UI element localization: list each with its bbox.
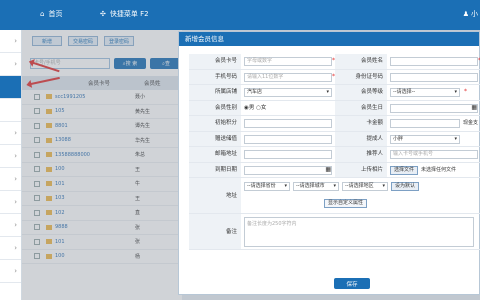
- birthday-input[interactable]: [390, 103, 478, 113]
- sidebar-item-active[interactable]: [0, 76, 21, 99]
- referrer-select[interactable]: 小胖: [390, 134, 460, 144]
- balance-suffix: 现金支: [462, 120, 478, 126]
- user-icon: ♟: [462, 10, 469, 18]
- nav-quick-menu-label: 快捷菜单 F2: [109, 10, 149, 18]
- chevron-right-icon: ›: [14, 221, 17, 229]
- sidebar-item[interactable]: ›: [0, 191, 21, 214]
- level-select[interactable]: --请选择--: [390, 88, 460, 97]
- nav-home[interactable]: ⌂ 首页: [40, 9, 62, 19]
- sidebar-item[interactable]: ›: [0, 168, 21, 191]
- nav-quick-menu[interactable]: ✣ 快捷菜单 F2: [100, 9, 149, 19]
- chevron-right-icon: ›: [14, 244, 17, 252]
- chevron-right-icon: ›: [14, 175, 17, 183]
- required-mark: *: [332, 72, 335, 80]
- name-input[interactable]: [390, 57, 478, 66]
- points-label: 初始积分: [189, 116, 241, 131]
- logo-area: [0, 0, 22, 30]
- calendar-icon[interactable]: ▦: [325, 166, 331, 173]
- nav-home-label: 首页: [48, 10, 63, 18]
- chevron-right-icon: ›: [14, 129, 17, 137]
- gender-radio-group: ◉男 ○女: [241, 101, 335, 116]
- email-input[interactable]: [244, 150, 332, 159]
- province-select[interactable]: --请选择省份: [244, 182, 290, 191]
- sidebar-item[interactable]: ›: [0, 260, 21, 283]
- radio-male-label: 男: [248, 104, 255, 111]
- home-icon: ⌂: [40, 10, 45, 18]
- birthday-label: 会员生日: [335, 100, 387, 115]
- sidebar-item[interactable]: ›: [0, 122, 21, 145]
- dialog-title: 新增会员信息: [179, 32, 479, 46]
- city-select[interactable]: --请选择城市: [293, 182, 339, 191]
- member-form: 会员卡号 字母或数字* 会员姓名 * 手机号码 请输入11位数字* 身份证号码 …: [189, 54, 480, 250]
- add-member-dialog: 新增会员信息 会员卡号 字母或数字* 会员姓名 * 手机号码 请输入11位数字*…: [178, 31, 480, 295]
- required-mark: *: [332, 57, 335, 64]
- user-name: 小: [471, 10, 478, 18]
- gift-input[interactable]: [244, 134, 332, 144]
- top-bar: ⌂ 首页 ✣ 快捷菜单 F2 ♟ 小: [0, 0, 480, 30]
- sidebar-item[interactable]: ›: [0, 145, 21, 168]
- card-no-input[interactable]: 字母或数字: [244, 57, 332, 66]
- chevron-right-icon: ›: [14, 198, 17, 206]
- gender-label: 会员性别: [189, 100, 241, 115]
- phone-input[interactable]: 请输入11位数字: [244, 72, 332, 82]
- user-menu[interactable]: ♟ 小: [463, 9, 478, 19]
- file-status: 未选择任何文件: [421, 166, 457, 173]
- balance-input[interactable]: [390, 119, 460, 128]
- sidebar-item[interactable]: ›: [0, 53, 21, 76]
- level-label: 会员等级: [335, 85, 387, 100]
- store-select[interactable]: 汽车店: [244, 88, 332, 97]
- store-label: 所属店铺: [189, 85, 241, 100]
- chevron-right-icon: ›: [14, 152, 17, 160]
- sidebar-item[interactable]: ›: [0, 214, 21, 237]
- gift-label: 赠送储值: [189, 131, 241, 146]
- chevron-right-icon: ›: [14, 267, 17, 275]
- address-label: 地址: [189, 178, 241, 213]
- expire-input[interactable]: [244, 165, 332, 175]
- sidebar-item[interactable]: ›: [0, 237, 21, 260]
- expire-label: 到期日期: [189, 162, 241, 177]
- set-default-button[interactable]: 设为默认: [391, 182, 420, 191]
- choose-file-button[interactable]: 选择文件: [390, 165, 419, 175]
- id-label: 身份证号码: [335, 69, 387, 84]
- id-input[interactable]: [390, 72, 478, 82]
- card-no-label: 会员卡号: [189, 54, 241, 69]
- note-label: 备注: [189, 214, 241, 249]
- show-custom-attr-button[interactable]: 显示自定义属性: [324, 199, 368, 208]
- move-icon: ✣: [100, 10, 106, 18]
- district-select[interactable]: --请选择地区: [342, 182, 388, 191]
- sidebar-item[interactable]: [0, 99, 21, 122]
- chevron-right-icon: ›: [14, 60, 17, 68]
- note-textarea[interactable]: 备注长度为250字符内: [244, 217, 474, 247]
- email-label: 邮箱地址: [189, 147, 241, 162]
- chevron-right-icon: ›: [14, 37, 17, 45]
- referrer-label: 提成人: [335, 131, 387, 146]
- balance-label: 卡金额: [335, 116, 387, 131]
- photo-label: 上传相片: [335, 162, 387, 177]
- phone-label: 手机号码: [189, 69, 241, 84]
- calendar-icon[interactable]: ▦: [471, 104, 477, 111]
- name-label: 会员姓名: [335, 54, 387, 69]
- recommender-label: 推荐人: [335, 147, 387, 162]
- recommender-input[interactable]: 输入卡号或手机号: [390, 150, 478, 159]
- radio-female-label: 女: [260, 104, 267, 111]
- sidebar: › › › › › › › › ›: [0, 30, 22, 300]
- save-button[interactable]: 保存: [334, 278, 370, 289]
- sidebar-item[interactable]: ›: [0, 30, 21, 53]
- required-mark: *: [464, 88, 467, 95]
- points-input[interactable]: [244, 119, 332, 128]
